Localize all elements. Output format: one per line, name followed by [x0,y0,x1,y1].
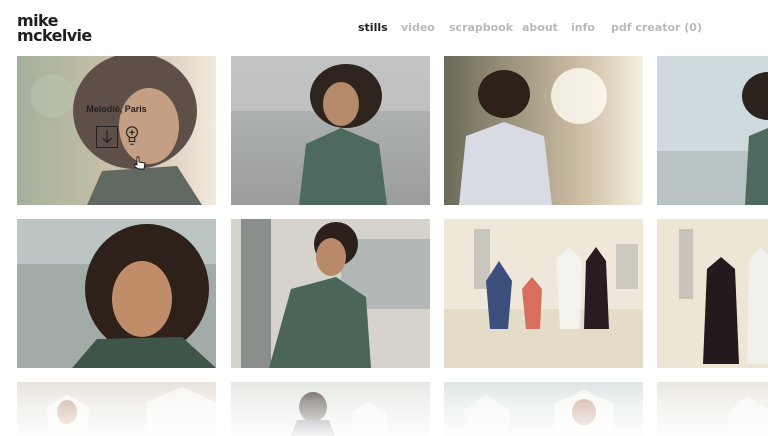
photo-caption: Melodié, Paris [86,104,147,114]
lightbulb-graphic [125,126,139,145]
photo-tile[interactable] [444,382,643,436]
photo-image [231,56,430,205]
stills-grid: Melodié, Paris [0,0,768,436]
download-icon[interactable] [96,126,118,148]
cursor-graphic [134,156,146,170]
photo-tile[interactable] [657,219,768,368]
photo-image [657,56,768,205]
photo-tile[interactable] [17,382,216,436]
photo-tile[interactable]: Melodié, Paris [17,56,216,205]
photo-tile[interactable] [231,56,430,205]
pointer-cursor-icon [134,156,146,170]
photo-image [444,382,643,436]
photo-tile[interactable] [444,56,643,205]
photo-tile[interactable] [231,219,430,368]
photo-image [444,219,643,368]
photo-tile[interactable] [657,382,768,436]
photo-image [444,56,643,205]
lightbulb-icon[interactable] [121,125,143,147]
photo-tile[interactable] [657,56,768,205]
photo-image [231,382,430,436]
photo-image [657,382,768,436]
photo-image [17,219,216,368]
photo-tile[interactable] [231,382,430,436]
download-arrow-graphic [102,130,112,144]
photo-tile[interactable] [17,219,216,368]
hover-overlay: Melodié, Paris [17,56,216,205]
photo-image [17,382,216,436]
photo-image [231,219,430,368]
photo-tile[interactable] [444,219,643,368]
photo-image [657,219,768,368]
